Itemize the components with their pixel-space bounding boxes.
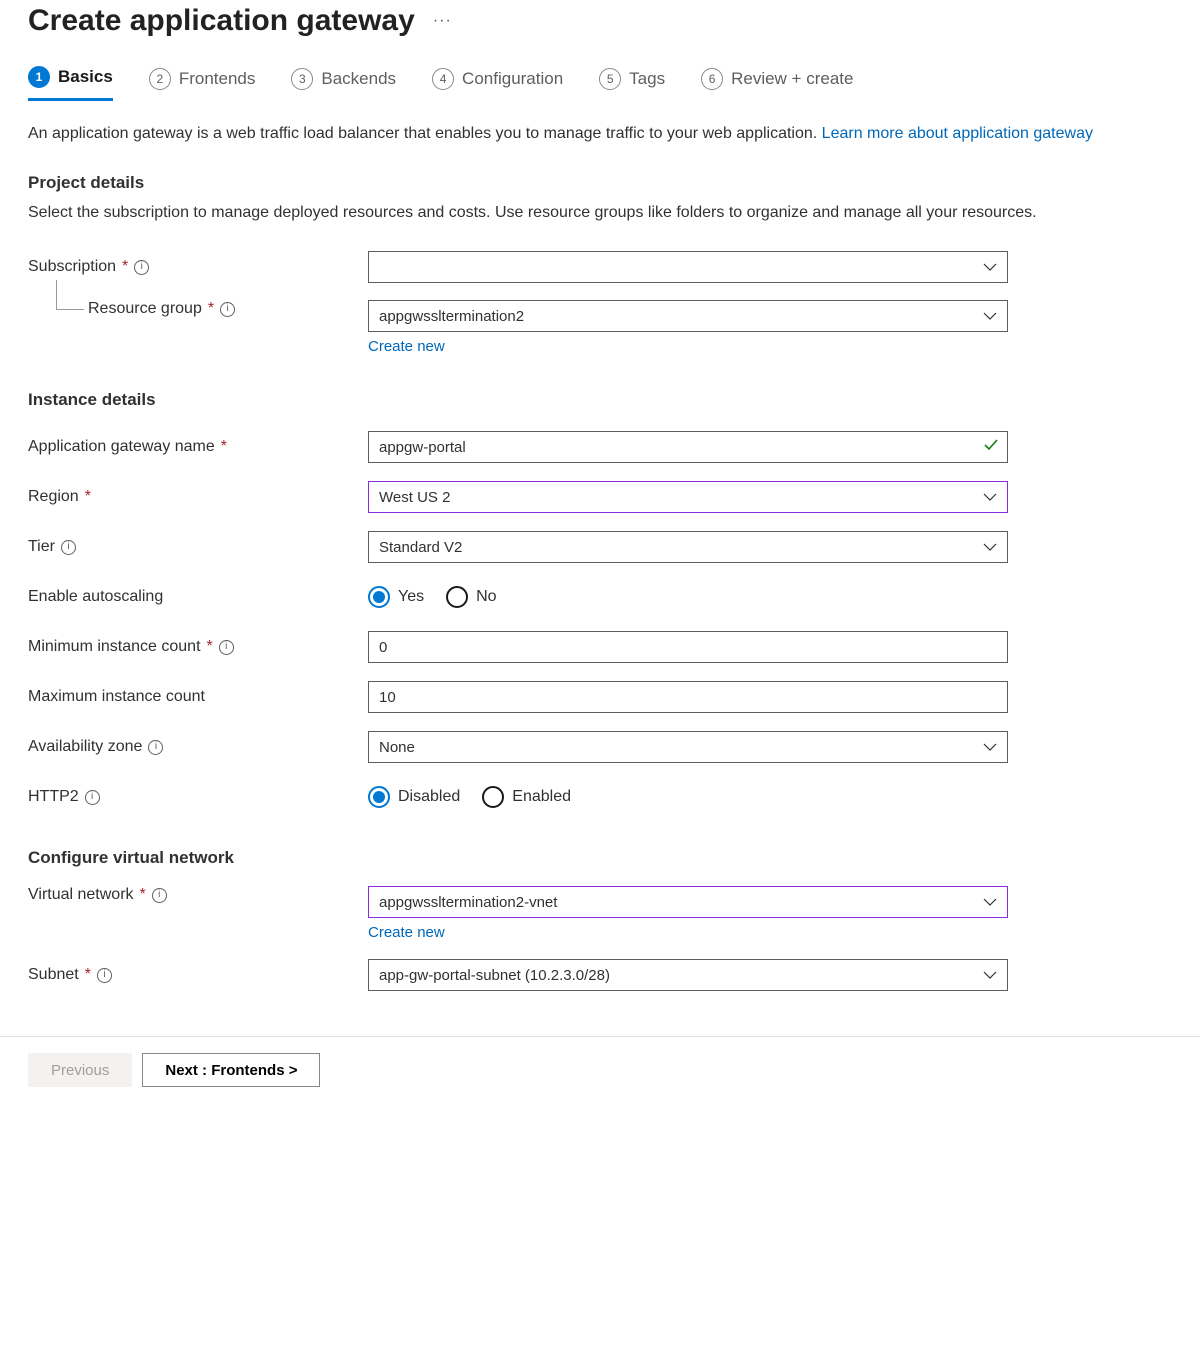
tab-basics[interactable]: 1 Basics [28,66,113,101]
create-new-vnet-link[interactable]: Create new [368,924,445,941]
wizard-footer: Previous Next : Frontends > [0,1036,1200,1103]
previous-button: Previous [28,1053,132,1087]
next-button[interactable]: Next : Frontends > [142,1053,320,1087]
required-icon: * [221,438,227,456]
region-value: West US 2 [379,489,450,506]
min-instance-input[interactable]: 0 [368,631,1008,663]
subnet-select[interactable]: app-gw-portal-subnet (10.2.3.0/28) [368,959,1008,991]
chevron-down-icon [983,311,997,321]
tree-line-icon [56,280,84,310]
autoscaling-no-radio[interactable]: No [446,586,496,608]
required-icon: * [85,966,91,984]
instance-details-heading: Instance details [28,390,1172,410]
info-icon[interactable]: i [85,790,100,805]
required-icon: * [85,488,91,506]
intro-text: An application gateway is a web traffic … [28,122,1172,145]
step-badge: 5 [599,68,621,90]
virtual-network-value: appgwssltermination2-vnet [379,894,557,911]
http2-enabled-radio[interactable]: Enabled [482,786,571,808]
radio-label: Enabled [512,788,571,806]
chevron-down-icon [983,262,997,272]
tab-label: Backends [321,69,396,89]
tab-label: Tags [629,69,665,89]
tier-value: Standard V2 [379,539,462,556]
tab-frontends[interactable]: 2 Frontends [149,66,256,101]
tier-label: Tier [28,538,55,556]
required-icon: * [140,886,146,904]
required-icon: * [207,638,213,656]
tab-backends[interactable]: 3 Backends [291,66,396,101]
radio-label: No [476,588,496,606]
info-icon[interactable]: i [219,640,234,655]
wizard-tabs: 1 Basics 2 Frontends 3 Backends 4 Configurat… [28,66,1172,102]
project-details-heading: Project details [28,173,1172,193]
max-instance-label: Maximum instance count [28,688,205,706]
info-icon[interactable]: i [61,540,76,555]
tab-configuration[interactable]: 4 Configuration [432,66,563,101]
required-icon: * [122,258,128,276]
http2-label: HTTP2 [28,788,79,806]
chevron-down-icon [983,492,997,502]
more-actions-icon[interactable]: ··· [433,12,452,30]
virtual-network-select[interactable]: appgwssltermination2-vnet [368,886,1008,918]
resource-group-value: appgwssltermination2 [379,308,524,325]
min-instance-label: Minimum instance count [28,638,201,656]
resource-group-label: Resource group [88,300,202,318]
tab-label: Basics [58,67,113,87]
chevron-down-icon [983,742,997,752]
tab-tags[interactable]: 5 Tags [599,66,665,101]
info-icon[interactable]: i [220,302,235,317]
project-details-desc: Select the subscription to manage deploy… [28,201,1172,224]
app-gateway-name-label: Application gateway name [28,438,215,456]
step-badge: 3 [291,68,313,90]
autoscaling-label: Enable autoscaling [28,588,163,606]
info-icon[interactable]: i [148,740,163,755]
subnet-value: app-gw-portal-subnet (10.2.3.0/28) [379,967,610,984]
page-title: Create application gateway [28,4,415,38]
step-badge: 6 [701,68,723,90]
create-new-rg-link[interactable]: Create new [368,338,445,355]
tab-label: Review + create [731,69,853,89]
step-badge: 4 [432,68,454,90]
chevron-down-icon [983,542,997,552]
step-badge: 1 [28,66,50,88]
region-select[interactable]: West US 2 [368,481,1008,513]
chevron-down-icon [983,970,997,980]
app-gateway-name-input[interactable]: appgw-portal [368,431,1008,463]
tab-label: Configuration [462,69,563,89]
info-icon[interactable]: i [152,888,167,903]
info-icon[interactable]: i [97,968,112,983]
max-instance-value: 10 [379,689,396,706]
availability-zone-select[interactable]: None [368,731,1008,763]
required-icon: * [208,300,214,318]
virtual-network-label: Virtual network [28,886,134,904]
region-label: Region [28,488,79,506]
subnet-label: Subnet [28,966,79,984]
subscription-select[interactable] [368,251,1008,283]
max-instance-input[interactable]: 10 [368,681,1008,713]
tab-review-create[interactable]: 6 Review + create [701,66,853,101]
subscription-label: Subscription [28,258,116,276]
availability-zone-label: Availability zone [28,738,142,756]
check-icon [983,437,999,457]
autoscaling-yes-radio[interactable]: Yes [368,586,424,608]
app-gateway-name-value: appgw-portal [379,439,466,456]
tier-select[interactable]: Standard V2 [368,531,1008,563]
http2-disabled-radio[interactable]: Disabled [368,786,460,808]
resource-group-select[interactable]: appgwssltermination2 [368,300,1008,332]
chevron-down-icon [983,897,997,907]
availability-zone-value: None [379,739,415,756]
step-badge: 2 [149,68,171,90]
min-instance-value: 0 [379,639,387,656]
learn-more-link[interactable]: Learn more about application gateway [822,125,1093,142]
configure-vnet-heading: Configure virtual network [28,848,1172,868]
radio-label: Yes [398,588,424,606]
tab-label: Frontends [179,69,256,89]
info-icon[interactable]: i [134,260,149,275]
radio-label: Disabled [398,788,460,806]
